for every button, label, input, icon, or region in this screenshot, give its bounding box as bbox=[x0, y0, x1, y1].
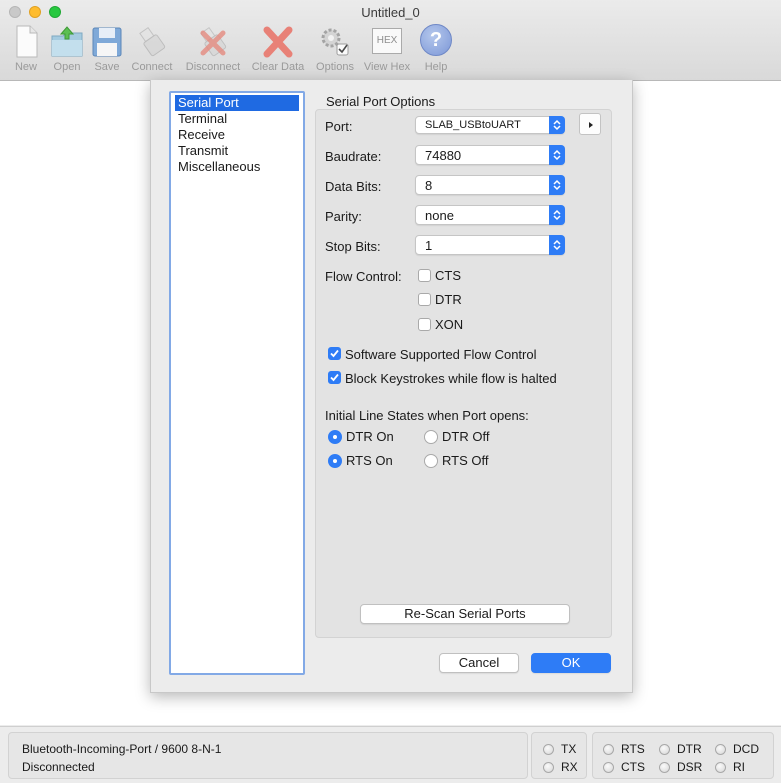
ok-button[interactable]: OK bbox=[531, 653, 611, 673]
dtr-off-label: DTR Off bbox=[442, 429, 490, 444]
chevron-updown-icon bbox=[549, 205, 565, 225]
category-receive[interactable]: Receive bbox=[175, 127, 299, 143]
rx-led-label: RX bbox=[561, 760, 578, 774]
rts-on-label: RTS On bbox=[346, 453, 393, 468]
rts-off-label: RTS Off bbox=[442, 453, 489, 468]
dsr-led-label: DSR bbox=[677, 760, 703, 774]
dtr-off-radio[interactable] bbox=[424, 430, 438, 444]
initial-line-states-heading: Initial Line States when Port opens: bbox=[325, 408, 529, 423]
dtr-on-label: DTR On bbox=[346, 429, 394, 444]
connection-info-box: Bluetooth-Incoming-Port / 9600 8-N-1 Dis… bbox=[8, 732, 528, 779]
cancel-button[interactable]: Cancel bbox=[439, 653, 519, 673]
cts-checkbox[interactable] bbox=[418, 269, 431, 282]
cts-label: CTS bbox=[435, 268, 461, 283]
connection-state-text: Disconnected bbox=[22, 760, 95, 774]
dsr-led-icon bbox=[659, 762, 670, 773]
clear-x-icon bbox=[263, 26, 293, 58]
stop-bits-select[interactable]: 1 bbox=[415, 235, 565, 255]
save-button[interactable]: Save bbox=[89, 24, 125, 76]
gear-checkbox-icon bbox=[321, 28, 349, 56]
flow-control-label: Flow Control: bbox=[325, 269, 402, 284]
ri-led-icon bbox=[715, 762, 726, 773]
category-list[interactable]: Serial Port Terminal Receive Transmit Mi… bbox=[169, 91, 305, 675]
baudrate-label: Baudrate: bbox=[325, 149, 382, 164]
port-select[interactable]: SLAB_USBtoUART bbox=[415, 116, 565, 134]
status-bar: Bluetooth-Incoming-Port / 9600 8-N-1 Dis… bbox=[0, 726, 781, 783]
block-keystrokes-label: Block Keystrokes while flow is halted bbox=[345, 371, 557, 386]
line-state-led-box: RTS CTS DTR DSR DCD RI bbox=[592, 732, 774, 779]
dtr-led-label: DTR bbox=[677, 742, 702, 756]
block-keystrokes-checkbox[interactable] bbox=[328, 371, 341, 384]
parity-select[interactable]: none bbox=[415, 205, 565, 225]
tx-led-icon bbox=[543, 744, 554, 755]
help-question-icon: ? bbox=[420, 24, 452, 56]
stop-bits-label: Stop Bits: bbox=[325, 239, 381, 254]
serial-port-options-heading: Serial Port Options bbox=[326, 94, 436, 109]
category-serial-port[interactable]: Serial Port bbox=[175, 95, 299, 111]
folder-open-icon bbox=[51, 26, 83, 57]
dtr-checkbox[interactable] bbox=[418, 293, 431, 306]
cts-led-icon bbox=[603, 762, 614, 773]
txrx-led-box: TX RX bbox=[531, 732, 587, 779]
category-miscellaneous[interactable]: Miscellaneous bbox=[175, 159, 299, 175]
rts-on-radio[interactable] bbox=[328, 454, 342, 468]
cts-led-label: CTS bbox=[621, 760, 645, 774]
port-info-button[interactable] bbox=[579, 113, 601, 135]
dcd-led-label: DCD bbox=[733, 742, 759, 756]
open-button[interactable]: Open bbox=[48, 24, 86, 76]
new-button[interactable]: New bbox=[8, 24, 44, 76]
dtr-led-icon bbox=[659, 744, 670, 755]
checkmark-icon bbox=[330, 349, 339, 358]
tx-led-label: TX bbox=[561, 742, 577, 756]
checkmark-icon bbox=[330, 373, 339, 382]
port-label: Port: bbox=[325, 119, 353, 134]
chevron-updown-icon bbox=[549, 145, 565, 165]
connection-settings-text: Bluetooth-Incoming-Port / 9600 8-N-1 bbox=[22, 742, 222, 756]
dtr-label: DTR bbox=[435, 292, 462, 307]
rts-led-label: RTS bbox=[621, 742, 645, 756]
chevron-updown-icon bbox=[549, 116, 565, 134]
dcd-led-icon bbox=[715, 744, 726, 755]
rx-led-icon bbox=[543, 762, 554, 773]
title-bar: Untitled_0 New Open Save Connect Disconn… bbox=[0, 0, 781, 81]
connect-button[interactable]: Connect bbox=[128, 24, 176, 76]
category-transmit[interactable]: Transmit bbox=[175, 143, 299, 159]
rts-led-icon bbox=[603, 744, 614, 755]
category-terminal[interactable]: Terminal bbox=[175, 111, 299, 127]
triangle-right-icon bbox=[589, 122, 593, 128]
window-title: Untitled_0 bbox=[361, 5, 420, 20]
usb-plug-icon bbox=[139, 26, 166, 57]
ri-led-label: RI bbox=[733, 760, 745, 774]
clear-data-button[interactable]: Clear Data bbox=[250, 24, 306, 76]
help-button[interactable]: ? Help bbox=[418, 24, 454, 76]
chevron-updown-icon bbox=[549, 235, 565, 255]
new-document-icon bbox=[16, 25, 38, 58]
floppy-disk-icon bbox=[92, 27, 122, 57]
rescan-serial-ports-button[interactable]: Re-Scan Serial Ports bbox=[360, 604, 570, 624]
xon-label: XON bbox=[435, 317, 464, 332]
parity-label: Parity: bbox=[325, 209, 362, 224]
chevron-updown-icon bbox=[549, 175, 565, 195]
disconnect-button[interactable]: Disconnect bbox=[182, 24, 244, 76]
baudrate-select[interactable]: 74880 bbox=[415, 145, 565, 165]
disconnect-plug-icon bbox=[200, 26, 227, 57]
options-button[interactable]: Options bbox=[313, 24, 357, 76]
hex-view-icon: HEX bbox=[372, 28, 402, 54]
view-hex-button[interactable]: HEX View Hex bbox=[362, 24, 412, 76]
data-bits-select[interactable]: 8 bbox=[415, 175, 565, 195]
dtr-on-radio[interactable] bbox=[328, 430, 342, 444]
data-bits-label: Data Bits: bbox=[325, 179, 382, 194]
software-flow-control-checkbox[interactable] bbox=[328, 347, 341, 360]
rts-off-radio[interactable] bbox=[424, 454, 438, 468]
software-flow-control-label: Software Supported Flow Control bbox=[345, 347, 537, 362]
xon-checkbox[interactable] bbox=[418, 318, 431, 331]
